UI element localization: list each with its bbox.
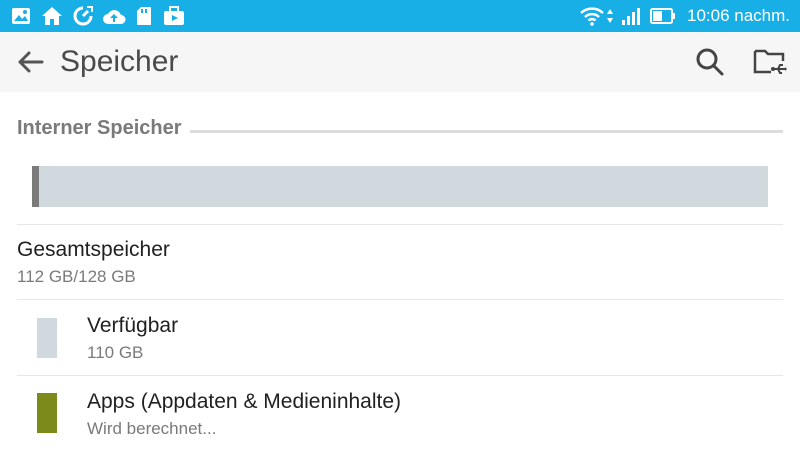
- item-title: Verfügbar: [87, 314, 179, 337]
- section-divider: [189, 129, 783, 133]
- page-title: Speicher: [60, 45, 179, 78]
- cloud-upload-icon: [101, 5, 127, 27]
- arrow-back-icon: [18, 51, 44, 73]
- section-title: Interner Speicher: [17, 116, 182, 139]
- divider: [17, 375, 783, 376]
- app-bar: Speicher: [0, 32, 800, 92]
- battery-icon: [650, 5, 676, 27]
- usb-folder-icon: [753, 49, 787, 74]
- section-header: Interner Speicher: [17, 113, 783, 143]
- data-activity-icon: [605, 5, 615, 27]
- briefcase-icon: [162, 5, 186, 27]
- divider: [17, 299, 783, 300]
- home-icon: [41, 5, 63, 27]
- status-time: 10:06 nachm.: [686, 6, 790, 25]
- item-title: Apps (Appdaten & Medieninhalte): [87, 390, 402, 413]
- total-storage-title: Gesamtspeicher: [17, 238, 170, 261]
- item-value: Wird berechnet...: [87, 419, 217, 438]
- total-storage-value: 112 GB/128 GB: [17, 267, 136, 286]
- item-value: 110 GB: [87, 343, 144, 362]
- cell-signal-icon: [620, 5, 644, 27]
- wifi-icon: [578, 5, 606, 27]
- status-bar: 10:06 nachm.: [0, 0, 800, 32]
- search-icon: [696, 48, 724, 76]
- clean-master-icon: [72, 5, 94, 27]
- sd-card-icon: [134, 5, 154, 27]
- back-button[interactable]: [10, 42, 50, 82]
- gallery-icon: [10, 5, 32, 27]
- storage-usage-bar: [32, 166, 768, 207]
- color-swatch: [37, 318, 57, 358]
- color-swatch: [37, 393, 57, 433]
- storage-used-segment: [32, 166, 39, 207]
- search-button[interactable]: [690, 42, 730, 82]
- usb-storage-button[interactable]: [750, 42, 790, 82]
- divider: [17, 224, 783, 225]
